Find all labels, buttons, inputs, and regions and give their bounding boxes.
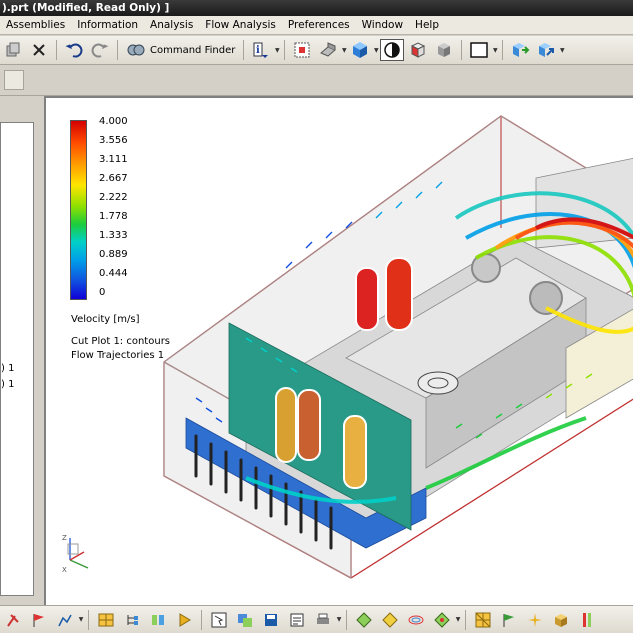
toolbar-separator [243, 40, 245, 60]
flag-icon[interactable] [27, 609, 51, 631]
chart-icon[interactable] [53, 609, 77, 631]
chevron-down-icon[interactable]: ▼ [274, 39, 280, 61]
tree-item-fragment[interactable]: ) 1 [1, 379, 14, 390]
mesh-icon[interactable] [471, 609, 495, 631]
menu-help[interactable]: Help [409, 16, 445, 35]
chevron-down-icon[interactable]: ▼ [559, 39, 565, 61]
main-toolbar: Command Finder i ▼ ▼ ▼ ▼ ▼ [0, 36, 633, 65]
chevron-down-icon[interactable]: ▼ [373, 39, 379, 61]
chevron-down-icon[interactable]: ▼ [492, 39, 498, 61]
legend-tick-label: 3.556 [99, 135, 128, 146]
flag2-icon[interactable] [497, 609, 521, 631]
report-icon[interactable] [285, 609, 309, 631]
toolbar-separator [117, 40, 118, 60]
select-icon[interactable] [207, 609, 231, 631]
chevron-down-icon[interactable]: ▼ [455, 609, 461, 631]
window-title: ).prt (Modified, Read Only) ] [0, 0, 633, 16]
menu-bar: Assemblies Information Analysis Flow Ana… [0, 16, 633, 35]
trajectories-label: Flow Trajectories 1 [71, 350, 165, 361]
delete-icon[interactable] [27, 39, 51, 61]
move-icon[interactable] [508, 39, 532, 61]
legend-tick-label: 2.222 [99, 192, 128, 203]
menu-flow-analysis[interactable]: Flow Analysis [199, 16, 282, 35]
compare-icon[interactable] [146, 609, 170, 631]
gray-face-icon[interactable] [432, 39, 456, 61]
move-arrow-icon[interactable] [534, 39, 558, 61]
tree-item-fragment[interactable]: ) 1 [1, 363, 14, 374]
legend-tick-label: 4.000 [99, 116, 128, 127]
render-style-icon[interactable] [380, 39, 405, 61]
pin-icon[interactable] [1, 609, 25, 631]
legend-tick-label: 0.444 [99, 268, 128, 279]
axis-triad-icon: Z X [62, 534, 89, 574]
chevron-down-icon[interactable]: ▼ [336, 609, 342, 631]
bars-icon[interactable] [575, 609, 599, 631]
diamond-dot-icon[interactable] [430, 609, 454, 631]
svg-text:i: i [256, 45, 260, 56]
secondary-strip [0, 66, 633, 96]
layers-icon[interactable] [233, 609, 257, 631]
chevron-down-icon[interactable]: ▼ [78, 609, 84, 631]
menu-analysis[interactable]: Analysis [144, 16, 199, 35]
box-icon[interactable] [549, 609, 573, 631]
svg-text:X: X [62, 566, 67, 574]
legend-tick-label: 1.333 [99, 230, 128, 241]
undo-icon[interactable] [62, 39, 86, 61]
cut-plot-label: Cut Plot 1: contours [71, 336, 171, 347]
toolbar-separator [201, 609, 202, 630]
sparkle-icon[interactable] [523, 609, 547, 631]
svg-text:Z: Z [62, 534, 67, 542]
graphics-viewport[interactable]: 4.000 3.556 3.111 2.667 2.222 1.778 1.33… [44, 96, 633, 605]
legend-tick-label: 3.111 [99, 154, 128, 165]
panel-toggle-button[interactable] [4, 70, 24, 90]
background-icon[interactable] [467, 39, 491, 61]
shaded-cube-icon[interactable] [348, 39, 372, 61]
toolbar-separator [502, 40, 504, 60]
command-finder-icon [127, 44, 145, 56]
fit-view-icon[interactable] [290, 39, 314, 61]
command-finder-button[interactable]: Command Finder [122, 39, 239, 61]
red-face-icon[interactable] [406, 39, 430, 61]
menu-preferences[interactable]: Preferences [282, 16, 356, 35]
menu-window[interactable]: Window [356, 16, 409, 35]
legend-color-bar [70, 120, 87, 300]
tree-icon[interactable] [120, 609, 144, 631]
diamond-check-icon[interactable] [378, 609, 402, 631]
legend-tick-label: 2.667 [99, 173, 128, 184]
menu-assemblies[interactable]: Assemblies [0, 16, 71, 35]
toolbar-separator [465, 609, 466, 630]
legend-tick-label: 0.889 [99, 249, 128, 260]
toolbar-separator [461, 40, 463, 60]
left-panel: ) 1 ) 1 [0, 96, 38, 605]
command-finder-label: Command Finder [150, 44, 236, 56]
print-icon[interactable] [311, 609, 335, 631]
save-icon[interactable] [259, 609, 283, 631]
info-icon[interactable]: i [249, 39, 273, 61]
toolbar-separator [346, 609, 347, 630]
toolbar-separator [284, 40, 286, 60]
chevron-down-icon[interactable]: ▼ [341, 39, 347, 61]
orient-view-icon[interactable] [316, 39, 340, 61]
menu-information[interactable]: Information [71, 16, 144, 35]
legend-title: Velocity [m/s] [71, 314, 140, 325]
toolbar-separator [56, 40, 57, 60]
copy-icon[interactable] [1, 39, 25, 61]
diamond-icon[interactable] [352, 609, 376, 631]
toolbar-separator [88, 609, 89, 630]
legend-tick-label: 0 [99, 287, 106, 298]
bottom-toolbar: ▼ ▼ ▼ [0, 605, 633, 633]
legend-tick-label: 1.778 [99, 211, 128, 222]
play-icon[interactable] [172, 609, 196, 631]
grid-icon[interactable] [94, 609, 118, 631]
redo-icon[interactable] [88, 39, 112, 61]
rings-icon[interactable] [404, 609, 428, 631]
feature-tree[interactable]: ) 1 ) 1 [0, 122, 34, 596]
